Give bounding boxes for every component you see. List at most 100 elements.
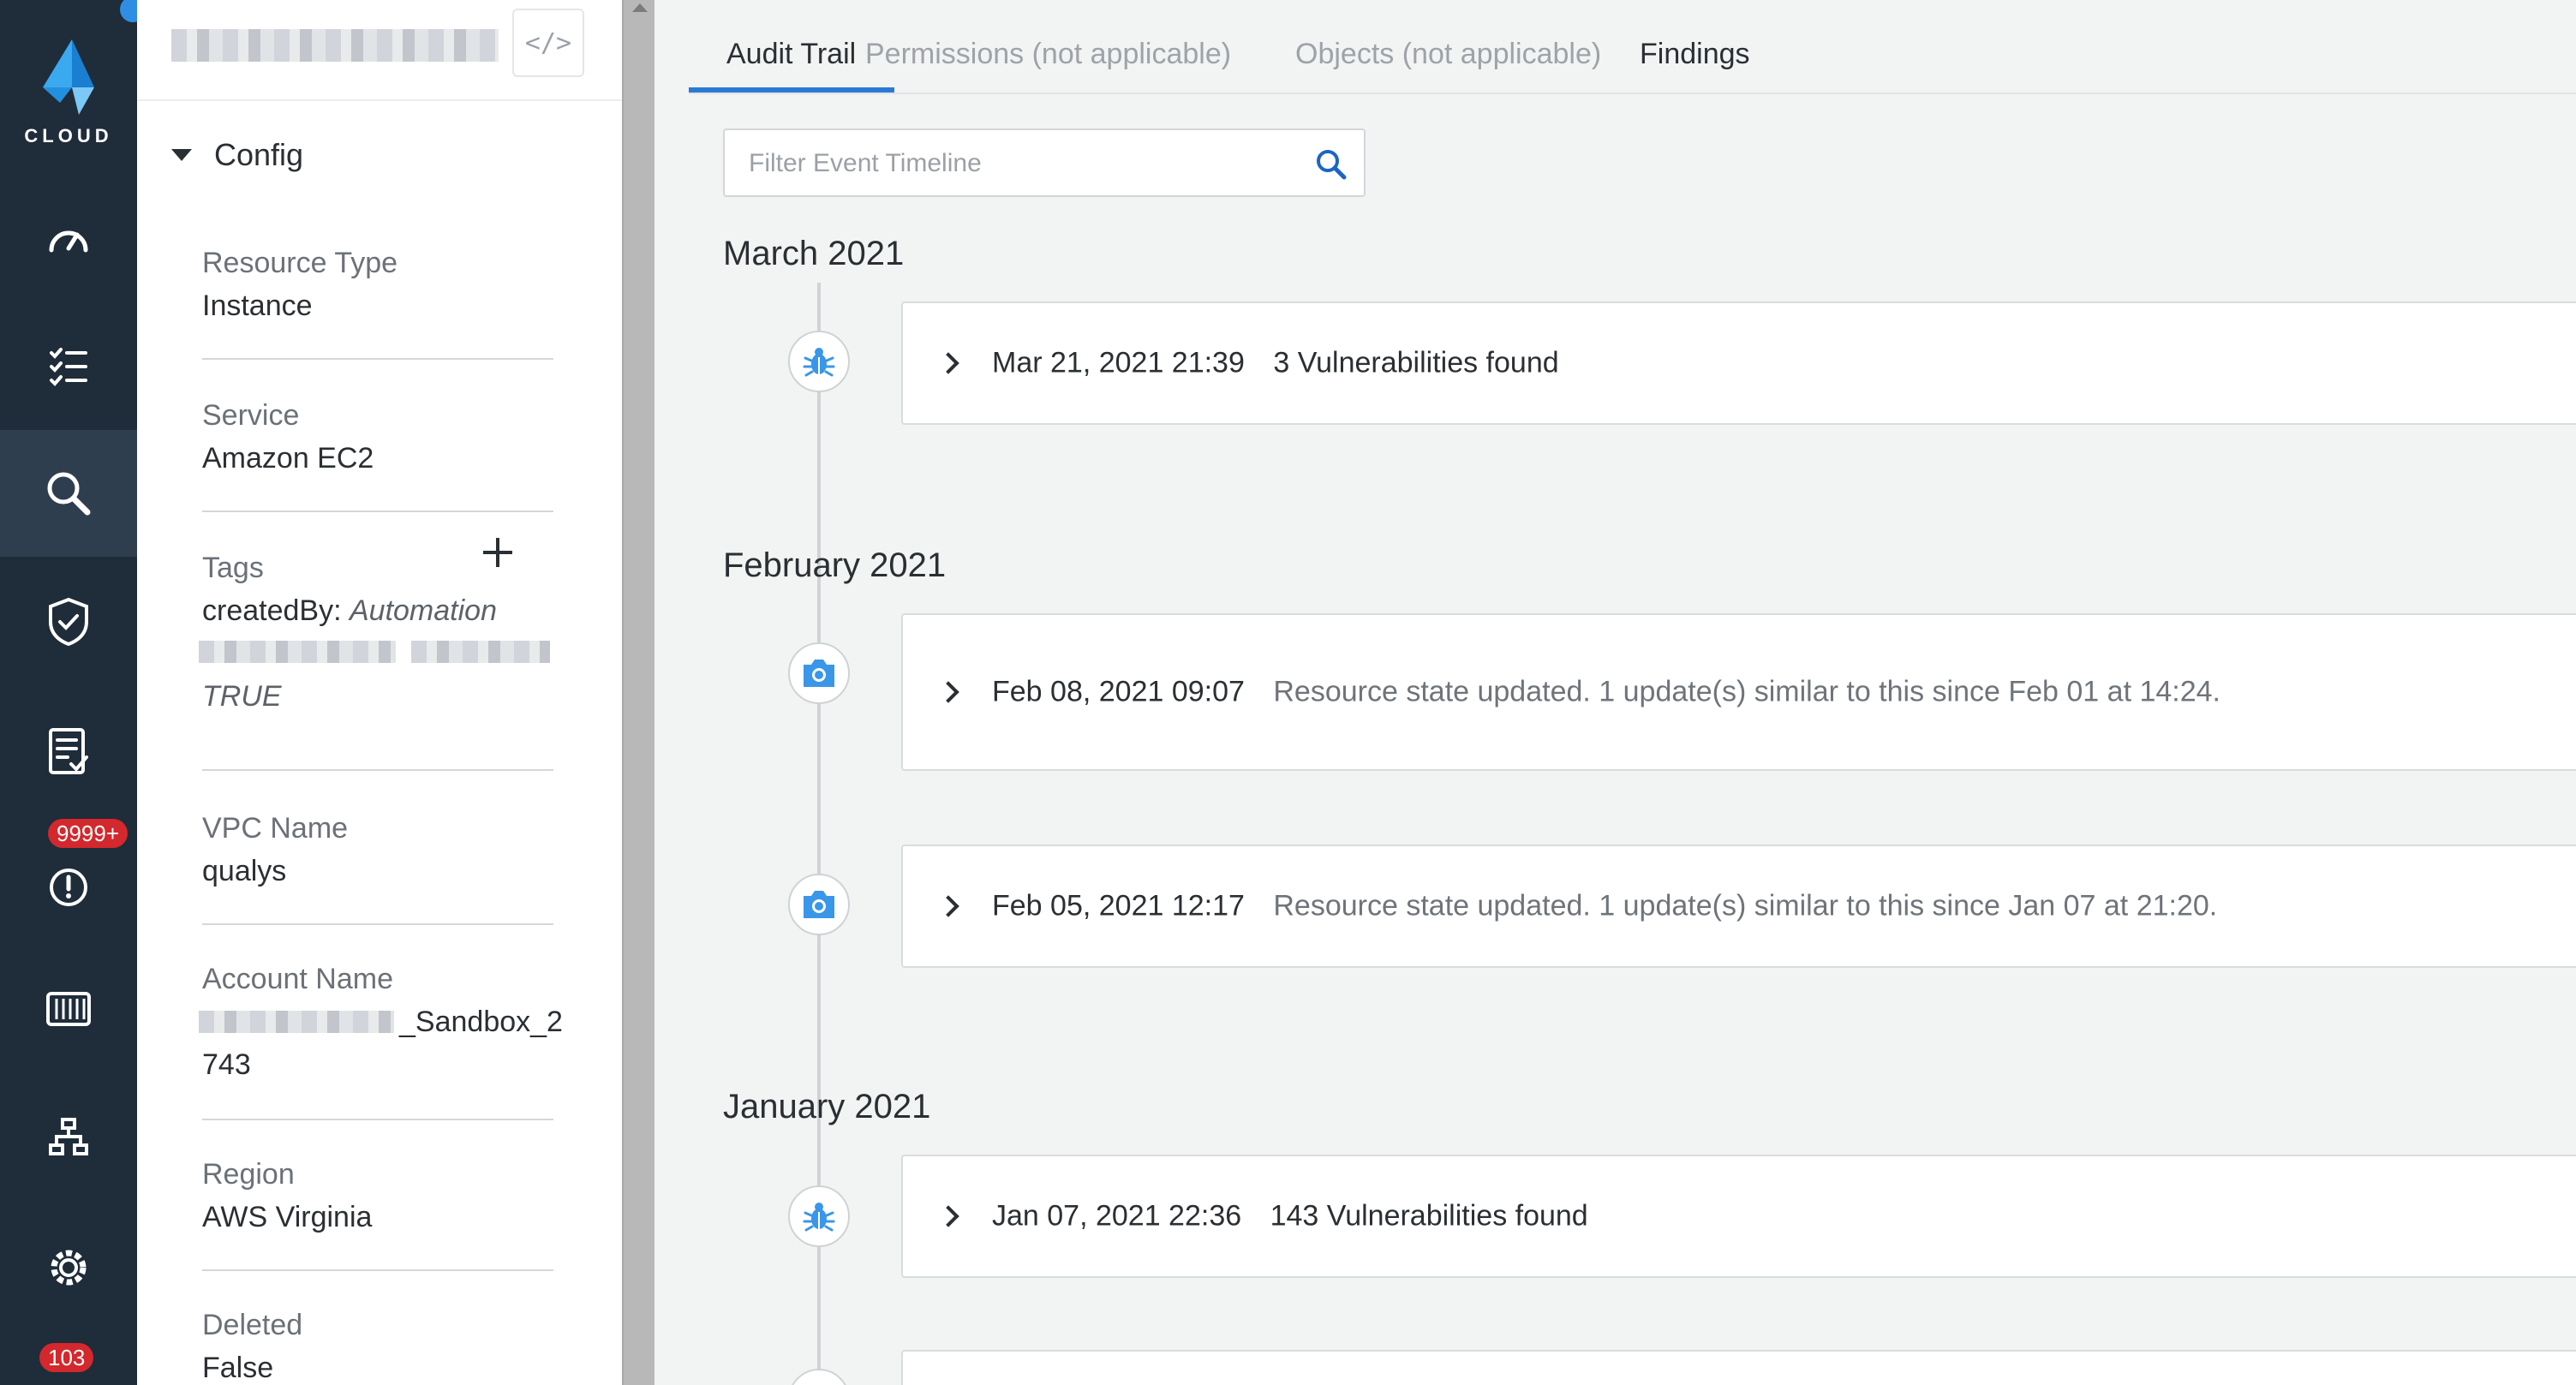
nav-search[interactable] bbox=[0, 430, 137, 557]
event-timestamp: Feb 05, 2021 12:17 bbox=[992, 889, 1245, 922]
tab-audit-trail[interactable]: Audit Trail bbox=[726, 38, 856, 71]
event-node bbox=[788, 331, 850, 392]
shield-check-icon bbox=[49, 597, 88, 647]
tab-bar: Audit Trail Permissions (not applicable)… bbox=[689, 0, 2576, 94]
nav-containers[interactable] bbox=[0, 946, 137, 1072]
bug-icon bbox=[803, 1203, 835, 1232]
caret-down-icon bbox=[171, 149, 192, 161]
field-region: Region AWS Virginia bbox=[202, 1153, 553, 1239]
tab-findings[interactable]: Findings bbox=[1640, 38, 1750, 71]
alert-icon bbox=[50, 869, 87, 906]
tab-objects[interactable]: Objects (not applicable) bbox=[1295, 38, 1601, 71]
chevron-right-icon[interactable] bbox=[937, 681, 959, 703]
chevron-right-icon[interactable] bbox=[937, 1205, 959, 1227]
event-description: 3 Vulnerabilities found bbox=[1273, 346, 1559, 379]
search-icon bbox=[47, 472, 91, 516]
event-description: Resource state updated. 1 update(s) simi… bbox=[1273, 889, 2218, 922]
nav-inventory[interactable] bbox=[0, 303, 137, 430]
view-json-button[interactable]: </> bbox=[512, 9, 584, 77]
month-heading: March 2021 bbox=[723, 235, 905, 272]
config-section-title: Config bbox=[214, 137, 304, 172]
container-icon bbox=[46, 992, 91, 1026]
account-name-line2: 743 bbox=[202, 1048, 251, 1081]
config-header: </> bbox=[137, 0, 622, 101]
tag-value: Automation bbox=[349, 594, 497, 627]
divider bbox=[202, 358, 553, 360]
tag-value: TRUE bbox=[202, 680, 282, 713]
config-panel: </> Config Resource Type Instance Servic… bbox=[137, 0, 622, 1385]
brand-label: CLOUD bbox=[24, 125, 113, 146]
event-node bbox=[788, 874, 850, 935]
field-value: _Sandbox_2 bbox=[199, 1000, 563, 1043]
event-timestamp: Jan 07, 2021 22:36 bbox=[992, 1199, 1242, 1233]
add-tag-button[interactable] bbox=[483, 538, 512, 567]
tab-permissions[interactable]: Permissions (not applicable) bbox=[865, 38, 1231, 71]
event-timestamp: Feb 08, 2021 09:07 bbox=[992, 675, 1245, 708]
field-service: Service Amazon EC2 bbox=[202, 394, 553, 480]
redacted-tag bbox=[199, 632, 553, 675]
field-value: False bbox=[202, 1352, 274, 1384]
field-deleted: Deleted False bbox=[202, 1304, 553, 1385]
field-label: Account Name bbox=[202, 963, 393, 995]
event-node bbox=[788, 1185, 850, 1247]
field-resource-type: Resource Type Instance bbox=[202, 242, 553, 327]
field-account-name: Account Name _Sandbox_2 743 bbox=[199, 958, 563, 1086]
redacted-resource-name bbox=[171, 29, 499, 62]
alerts-count-badge: 9999+ bbox=[48, 819, 129, 848]
brand-logo[interactable]: CLOUD bbox=[0, 0, 146, 171]
nav-settings[interactable] bbox=[0, 1204, 137, 1331]
bug-icon bbox=[803, 348, 835, 377]
nav-policies[interactable] bbox=[0, 558, 137, 685]
divider bbox=[202, 1269, 553, 1271]
app-root: CLOUD 9999+ 103 </> Config Resource Type… bbox=[0, 0, 2576, 1385]
event-row: Feb 05, 2021 12:17 Resource state update… bbox=[992, 890, 2217, 923]
tag-entry: createdBy: Automation bbox=[202, 589, 553, 632]
event-row: Feb 08, 2021 09:07 Resource state update… bbox=[992, 676, 2220, 709]
camera-icon bbox=[804, 891, 834, 918]
chevron-right-icon[interactable] bbox=[937, 895, 959, 917]
filter-event-timeline-input[interactable] bbox=[749, 142, 1280, 185]
report-icon bbox=[49, 728, 88, 774]
nav-dashboard[interactable] bbox=[0, 176, 137, 303]
event-card[interactable]: Mar 21, 2021 21:39 3 Vulnerabilities fou… bbox=[901, 301, 2576, 425]
checklist-icon bbox=[50, 348, 87, 386]
nav-alerts[interactable]: 9999+ bbox=[0, 819, 137, 946]
event-card[interactable] bbox=[901, 1350, 2576, 1385]
field-label: Deleted bbox=[202, 1309, 303, 1341]
chevron-right-icon[interactable] bbox=[937, 352, 959, 374]
month-heading: February 2021 bbox=[723, 546, 947, 584]
search-icon[interactable] bbox=[1314, 147, 1348, 182]
speedometer-icon bbox=[49, 230, 88, 253]
field-value: Instance bbox=[202, 290, 313, 322]
nav-reports[interactable] bbox=[0, 689, 137, 815]
panel-scrollbar[interactable] bbox=[622, 0, 654, 1385]
event-node bbox=[788, 642, 850, 704]
event-row: Mar 21, 2021 21:39 3 Vulnerabilities fou… bbox=[992, 347, 1559, 380]
config-section-toggle[interactable]: Config bbox=[171, 137, 303, 173]
field-value: qualys bbox=[202, 855, 287, 887]
notifications-count-badge: 103 bbox=[39, 1343, 94, 1372]
month-heading: January 2021 bbox=[723, 1088, 931, 1125]
settings-gear-icon bbox=[51, 1250, 87, 1286]
field-label: Region bbox=[202, 1158, 295, 1191]
field-label: VPC Name bbox=[202, 812, 349, 845]
event-description: Resource state updated. 1 update(s) simi… bbox=[1273, 675, 2220, 708]
field-value: Amazon EC2 bbox=[202, 442, 374, 475]
event-card[interactable]: Jan 07, 2021 22:36 143 Vulnerabilities f… bbox=[901, 1155, 2576, 1278]
camera-icon bbox=[804, 660, 834, 687]
field-vpc-name: VPC Name qualys bbox=[202, 807, 553, 892]
scroll-up-icon[interactable] bbox=[632, 3, 648, 12]
field-tags: Tags createdBy: Automation TRUE bbox=[199, 546, 553, 718]
redacted-account-prefix bbox=[199, 1011, 394, 1033]
redacted-tag-value bbox=[411, 641, 550, 663]
tag-key: createdBy: bbox=[202, 594, 342, 627]
event-card[interactable]: Feb 05, 2021 12:17 Resource state update… bbox=[901, 845, 2576, 968]
event-node bbox=[788, 1369, 850, 1385]
filter-search-box[interactable] bbox=[723, 128, 1366, 197]
event-card[interactable]: Feb 08, 2021 09:07 Resource state update… bbox=[901, 613, 2576, 771]
nav-user[interactable]: 103 bbox=[0, 1319, 137, 1385]
cloud-logo-icon bbox=[43, 39, 94, 115]
account-name-suffix: _Sandbox_2 bbox=[399, 1006, 563, 1038]
nav-network[interactable] bbox=[0, 1074, 137, 1201]
divider bbox=[202, 1119, 553, 1120]
